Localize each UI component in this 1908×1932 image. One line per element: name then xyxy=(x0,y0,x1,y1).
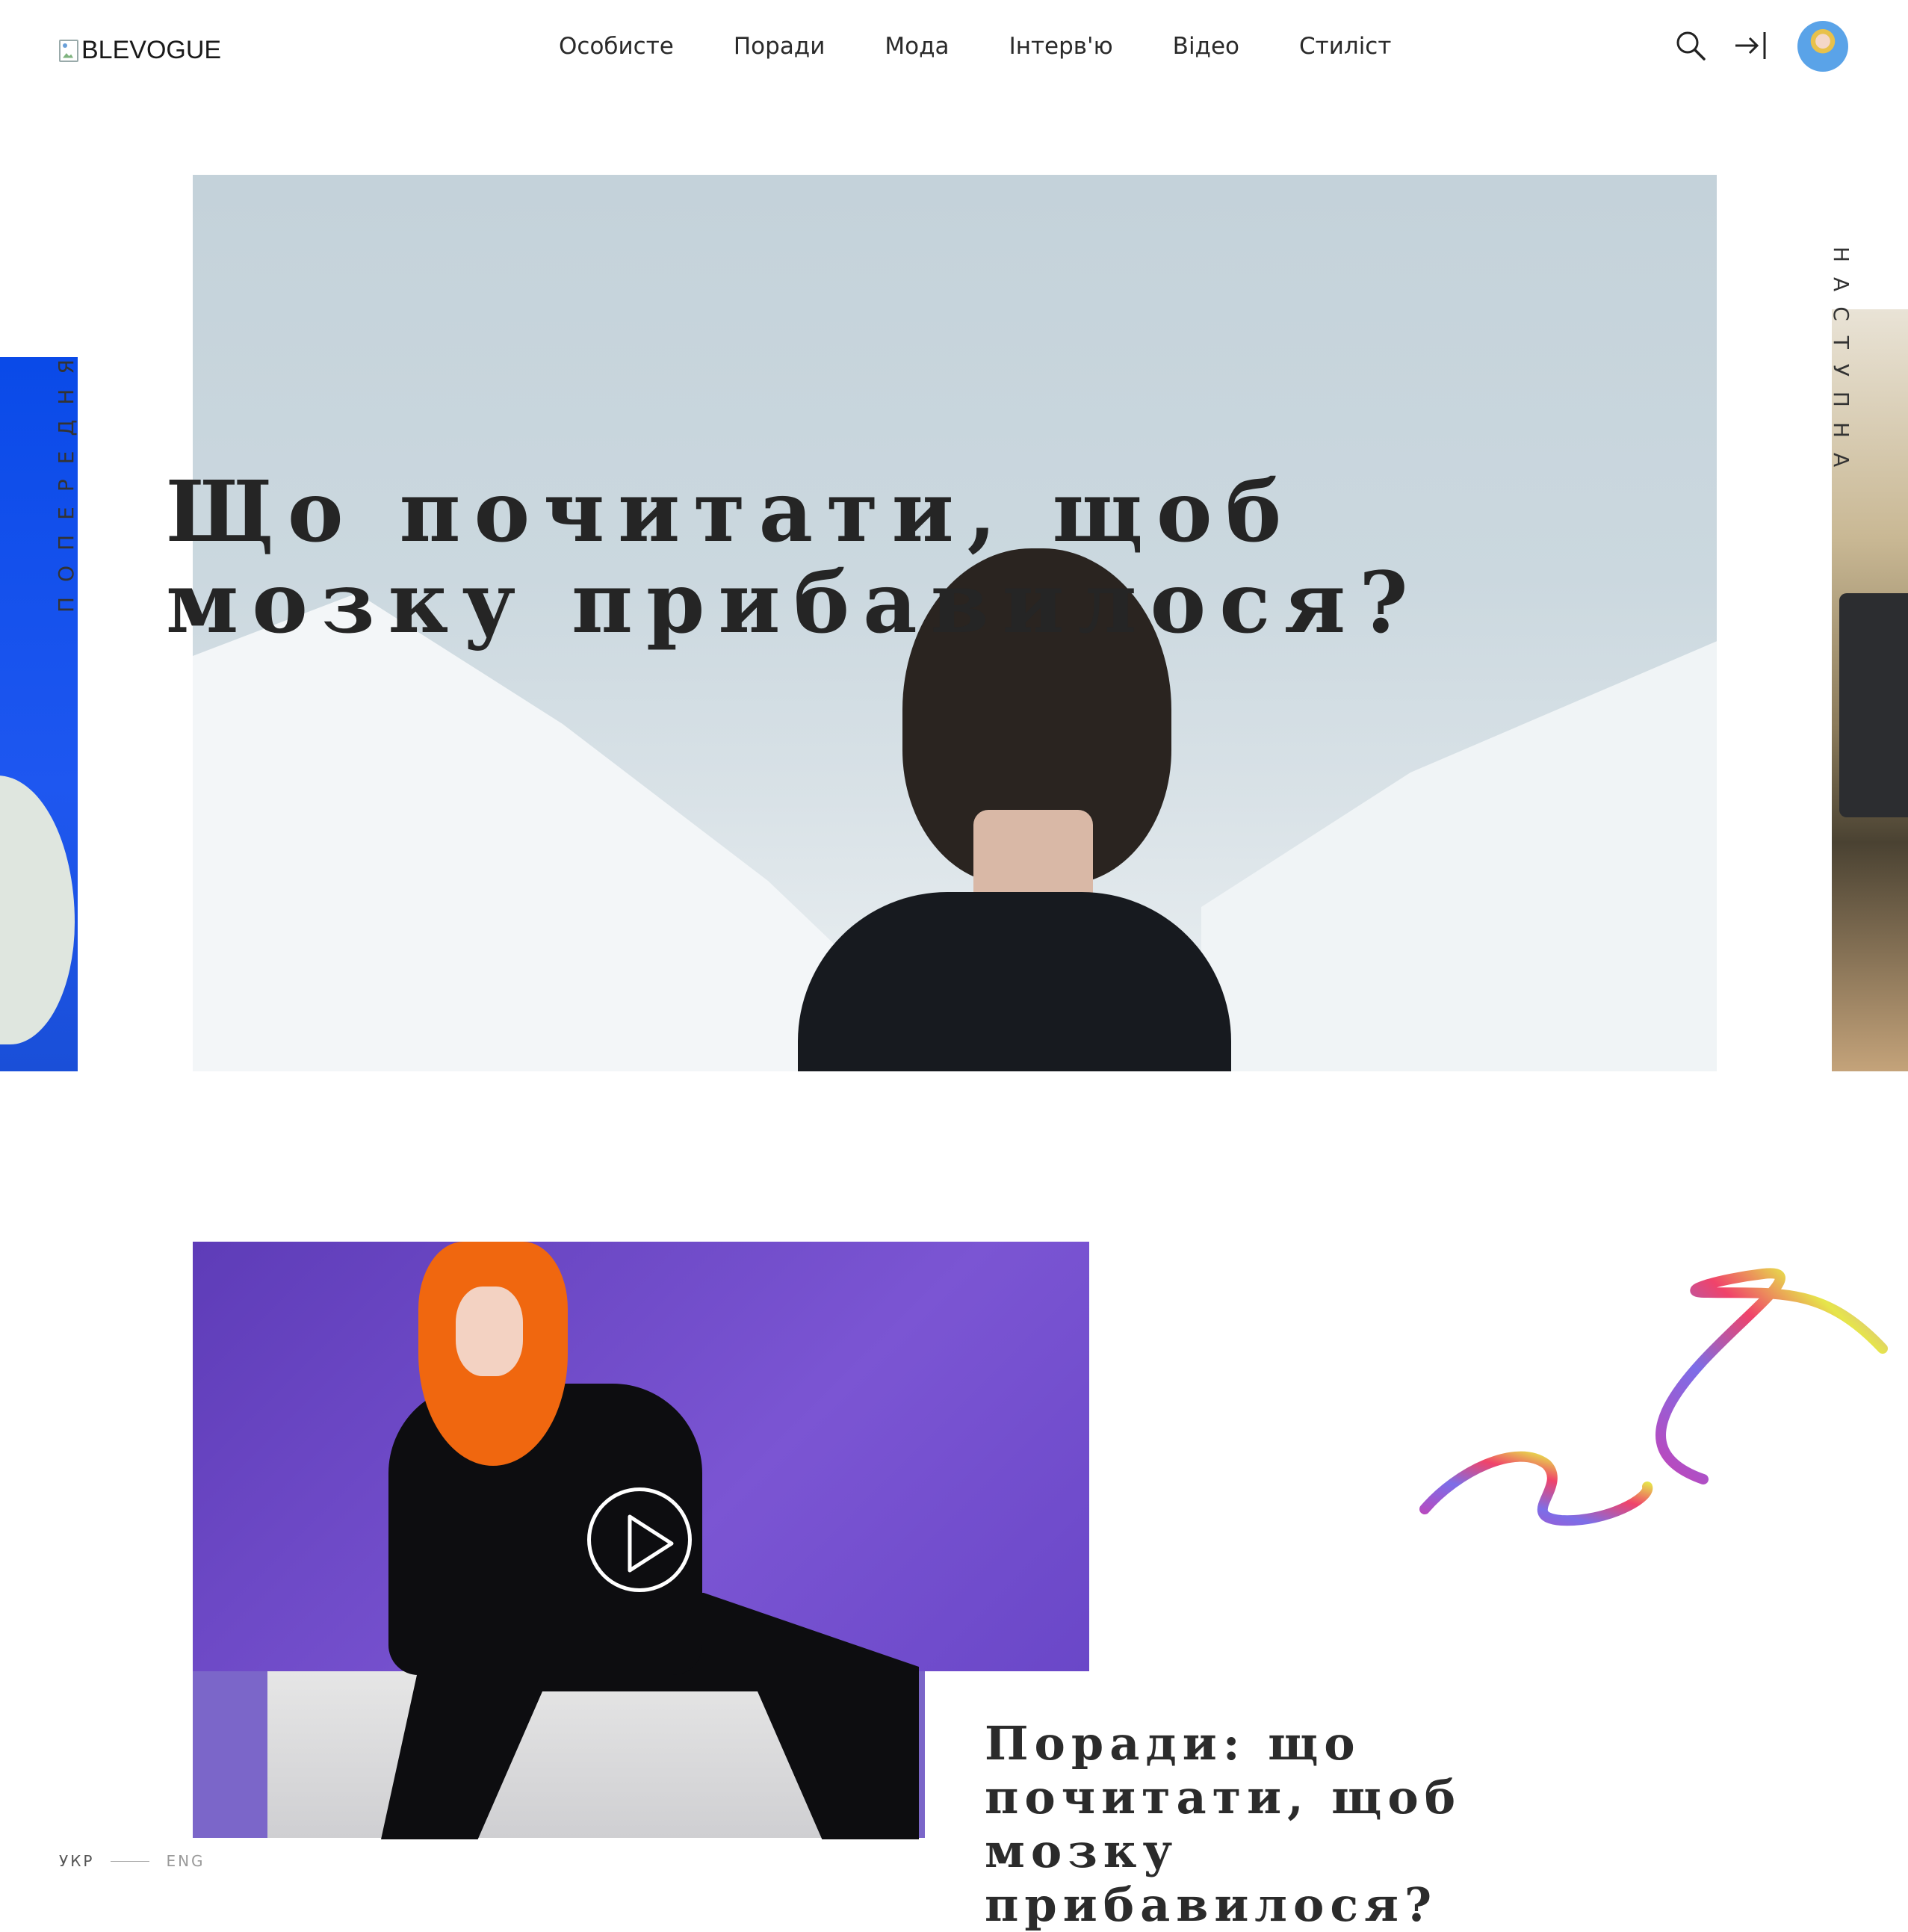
nav-item-tips[interactable]: Поради xyxy=(734,33,826,60)
language-switcher: УКР ENG xyxy=(59,1852,205,1870)
hero-title[interactable]: Що почитати, щоб мозку прибавилося? xyxy=(166,467,1422,649)
site-logo[interactable]: BLEVOGUE xyxy=(59,36,221,65)
previous-slide-label[interactable]: ПОПЕРЕДНЯ xyxy=(54,344,78,613)
user-avatar[interactable] xyxy=(1797,21,1848,72)
nav-item-fashion[interactable]: Мода xyxy=(885,33,949,60)
nav-item-stylist[interactable]: Стиліст xyxy=(1299,33,1391,60)
nav-item-video[interactable]: Відео xyxy=(1173,33,1239,60)
nav-item-personal[interactable]: Особисте xyxy=(559,33,674,60)
logo-image-icon xyxy=(59,39,78,62)
lang-eng[interactable]: ENG xyxy=(166,1852,205,1870)
lang-ukr[interactable]: УКР xyxy=(59,1852,94,1870)
post-title[interactable]: Поради: що почитати, щоб мозку прибавило… xyxy=(985,1717,1508,1932)
decorative-squiggle-icon xyxy=(1419,1268,1888,1526)
play-icon[interactable] xyxy=(587,1487,692,1592)
main-nav: Особисте Поради Мода Інтерв'ю Відео Стил… xyxy=(559,33,1391,60)
login-icon[interactable] xyxy=(1732,27,1769,64)
next-slide-label[interactable]: НАСТУПНА xyxy=(1829,247,1853,482)
nav-item-interview[interactable]: Інтерв'ю xyxy=(1009,33,1113,60)
search-icon[interactable] xyxy=(1672,27,1709,64)
logo-text: BLEVOGUE xyxy=(81,36,222,64)
lang-divider xyxy=(111,1860,150,1862)
